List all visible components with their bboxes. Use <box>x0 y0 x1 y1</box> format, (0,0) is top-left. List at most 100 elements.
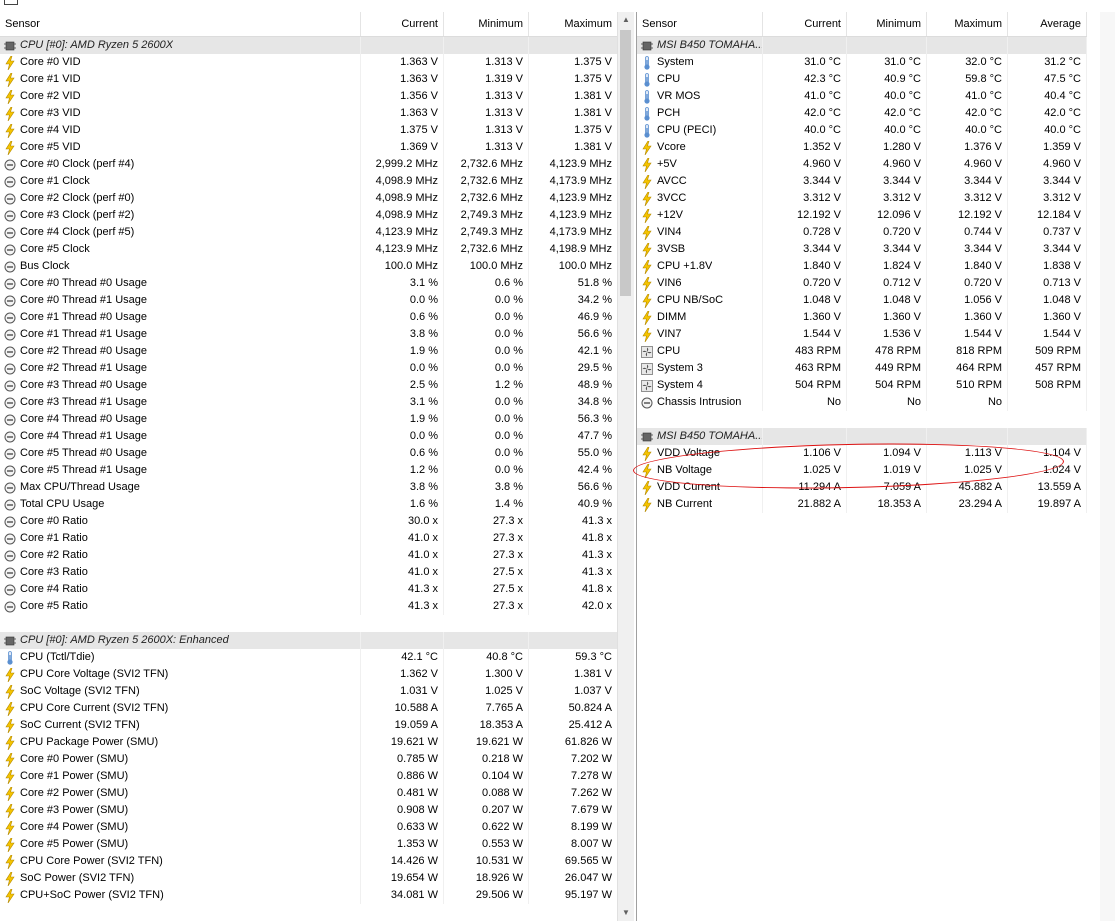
sensor-name-cell[interactable]: CPU [#0]: AMD Ryzen 5 2600X <box>0 37 361 54</box>
sensor-row-soc-voltage-svi2-tfn[interactable]: SoC Voltage (SVI2 TFN) 1.031 V 1.025 V 1.03… <box>0 683 618 700</box>
sensor-row-core-2-vid[interactable]: Core #2 VID 1.356 V 1.313 V 1.381 V <box>0 88 618 105</box>
sensor-row-core-3-power-smu[interactable]: Core #3 Power (SMU) 0.908 W 0.207 W 7.679 W <box>0 802 618 819</box>
sensor-row-nb-current[interactable]: NB Current 21.882 A 18.353 A 23.294 A 19.897… <box>637 496 1087 513</box>
sensor-row-core-2-clock-perf-0[interactable]: Core #2 Clock (perf #0) 4,098.9 MHz 2,732.… <box>0 190 618 207</box>
sensor-group-header[interactable]: CPU [#0]: AMD Ryzen 5 2600X: Enhanced <box>0 632 618 649</box>
sensor-row-core-3-thread-0-usage[interactable]: Core #3 Thread #0 Usage 2.5 % 1.2 % 48.9 % <box>0 377 618 394</box>
sensor-name-cell[interactable]: Core #1 Thread #0 Usage <box>0 309 361 326</box>
sensor-name-cell[interactable]: Core #5 Clock <box>0 241 361 258</box>
sensor-name-cell[interactable]: Core #4 VID <box>0 122 361 139</box>
sensor-row-core-2-ratio[interactable]: Core #2 Ratio 41.0 x 27.3 x 41.3 x <box>0 547 618 564</box>
sensor-name-cell[interactable]: CPU+SoC Power (SVI2 TFN) <box>0 887 361 904</box>
sensor-row-core-4-thread-1-usage[interactable]: Core #4 Thread #1 Usage 0.0 % 0.0 % 47.7 % <box>0 428 618 445</box>
sensor-name-cell[interactable]: Core #2 Thread #1 Usage <box>0 360 361 377</box>
sensor-name-cell[interactable]: PCH <box>637 105 763 122</box>
column-header-current[interactable]: Current <box>763 12 847 36</box>
column-header-sensor[interactable]: Sensor <box>637 12 763 36</box>
sensor-row-core-3-vid[interactable]: Core #3 VID 1.363 V 1.313 V 1.381 V <box>0 105 618 122</box>
sensor-name-cell[interactable]: CPU (PECI) <box>637 122 763 139</box>
sensor-row-12v[interactable]: +12V 12.192 V 12.096 V 12.192 V 12.184 V <box>637 207 1087 224</box>
sensor-row-cpu-core-voltage-svi2-tfn[interactable]: CPU Core Voltage (SVI2 TFN) 1.362 V 1.300 … <box>0 666 618 683</box>
sensor-name-cell[interactable]: Core #4 Clock (perf #5) <box>0 224 361 241</box>
sensor-row-vin7[interactable]: VIN7 1.544 V 1.536 V 1.544 V 1.544 V <box>637 326 1087 343</box>
sensor-name-cell[interactable]: 3VSB <box>637 241 763 258</box>
sensor-row-cpu-core-current-svi2-tfn[interactable]: CPU Core Current (SVI2 TFN) 10.588 A 7.765… <box>0 700 618 717</box>
sensor-group-header[interactable]: MSI B450 TOMAHA... <box>637 428 1087 445</box>
sensor-row-vin4[interactable]: VIN4 0.728 V 0.720 V 0.744 V 0.737 V <box>637 224 1087 241</box>
sensor-name-cell[interactable]: Core #3 Thread #1 Usage <box>0 394 361 411</box>
sensor-name-cell[interactable]: System 3 <box>637 360 763 377</box>
sensor-row-cpu-package-power-smu[interactable]: CPU Package Power (SMU) 19.621 W 19.621 W6… <box>0 734 618 751</box>
sensor-row-core-3-thread-1-usage[interactable]: Core #3 Thread #1 Usage 3.1 % 0.0 % 34.8 % <box>0 394 618 411</box>
left-sensor-pane[interactable]: Sensor Current Minimum Maximum CPU [#0]:… <box>0 12 634 921</box>
sensor-row-core-3-ratio[interactable]: Core #3 Ratio 41.0 x 27.5 x 41.3 x <box>0 564 618 581</box>
sensor-name-cell[interactable]: Max CPU/Thread Usage <box>0 479 361 496</box>
sensor-row-core-1-power-smu[interactable]: Core #1 Power (SMU) 0.886 W 0.104 W 7.278 W <box>0 768 618 785</box>
sensor-name-cell[interactable]: CPU Package Power (SMU) <box>0 734 361 751</box>
sensor-row-system[interactable]: System 31.0 °C 31.0 °C 32.0 °C 31.2 °C <box>637 54 1087 71</box>
sensor-name-cell[interactable]: Core #3 Clock (perf #2) <box>0 207 361 224</box>
sensor-name-cell[interactable]: NB Current <box>637 496 763 513</box>
sensor-name-cell[interactable]: CPU Core Voltage (SVI2 TFN) <box>0 666 361 683</box>
sensor-name-cell[interactable]: CPU Core Current (SVI2 TFN) <box>0 700 361 717</box>
sensor-name-cell[interactable]: System <box>637 54 763 71</box>
sensor-name-cell[interactable]: Core #3 Thread #0 Usage <box>0 377 361 394</box>
sensor-name-cell[interactable]: Core #0 Power (SMU) <box>0 751 361 768</box>
sensor-name-cell[interactable]: VR MOS <box>637 88 763 105</box>
sensor-row-vdd-current[interactable]: VDD Current 11.294 A 7.059 A 45.882 A 13.559… <box>637 479 1087 496</box>
sensor-row-core-5-clock[interactable]: Core #5 Clock 4,123.9 MHz 2,732.6 MHz 4,198… <box>0 241 618 258</box>
sensor-name-cell[interactable]: VIN4 <box>637 224 763 241</box>
sensor-row-vcore[interactable]: Vcore 1.352 V 1.280 V 1.376 V 1.359 V <box>637 139 1087 156</box>
sensor-name-cell[interactable]: Core #0 Thread #0 Usage <box>0 275 361 292</box>
sensor-name-cell[interactable]: Core #4 Power (SMU) <box>0 819 361 836</box>
sensor-row-cpu-1-8v[interactable]: CPU +1.8V 1.840 V 1.824 V 1.840 V 1.838 V <box>637 258 1087 275</box>
sensor-row-cpu-soc-power-svi2-tfn[interactable]: CPU+SoC Power (SVI2 TFN) 34.081 W 29.506 W… <box>0 887 618 904</box>
sensor-row-cpu-peci[interactable]: CPU (PECI) 40.0 °C 40.0 °C 40.0 °C 40.0 °C <box>637 122 1087 139</box>
sensor-row-core-2-thread-0-usage[interactable]: Core #2 Thread #0 Usage 1.9 % 0.0 % 42.1 % <box>0 343 618 360</box>
sensor-row-cpu-core-power-svi2-tfn[interactable]: CPU Core Power (SVI2 TFN) 14.426 W 10.531 … <box>0 853 618 870</box>
sensor-name-cell[interactable]: Core #2 VID <box>0 88 361 105</box>
sensor-row-chassis-intrusion[interactable]: Chassis Intrusion No No No <box>637 394 1087 411</box>
sensor-row-vin6[interactable]: VIN6 0.720 V 0.712 V 0.720 V 0.713 V <box>637 275 1087 292</box>
sensor-name-cell[interactable]: CPU NB/SoC <box>637 292 763 309</box>
sensor-group-header[interactable]: MSI B450 TOMAHA... <box>637 37 1087 54</box>
sensor-name-cell[interactable]: Core #0 Clock (perf #4) <box>0 156 361 173</box>
sensor-name-cell[interactable]: Core #3 Power (SMU) <box>0 802 361 819</box>
sensor-row-dimm[interactable]: DIMM 1.360 V 1.360 V 1.360 V 1.360 V <box>637 309 1087 326</box>
sensor-name-cell[interactable]: Core #5 Thread #1 Usage <box>0 462 361 479</box>
sensor-row-max-cpu-thread-usage[interactable]: Max CPU/Thread Usage 3.8 % 3.8 % 56.6 % <box>0 479 618 496</box>
sensor-name-cell[interactable]: Core #3 VID <box>0 105 361 122</box>
column-header-sensor[interactable]: Sensor <box>0 12 361 36</box>
sensor-row-nb-voltage[interactable]: NB Voltage 1.025 V 1.019 V 1.025 V 1.024 V <box>637 462 1087 479</box>
sensor-row-core-5-vid[interactable]: Core #5 VID 1.369 V 1.313 V 1.381 V <box>0 139 618 156</box>
sensor-name-cell[interactable]: CPU +1.8V <box>637 258 763 275</box>
sensor-name-cell[interactable]: CPU <box>637 71 763 88</box>
sensor-row-core-5-thread-1-usage[interactable]: Core #5 Thread #1 Usage 1.2 % 0.0 % 42.4 % <box>0 462 618 479</box>
sensor-name-cell[interactable]: Core #1 Ratio <box>0 530 361 547</box>
sensor-name-cell[interactable]: Total CPU Usage <box>0 496 361 513</box>
sensor-row-core-5-ratio[interactable]: Core #5 Ratio 41.3 x 27.3 x 42.0 x <box>0 598 618 615</box>
sensor-row-cpu[interactable]: CPU 483 RPM 478 RPM 818 RPM 509 RPM <box>637 343 1087 360</box>
sensor-name-cell[interactable]: Core #5 Power (SMU) <box>0 836 361 853</box>
sensor-name-cell[interactable]: Core #5 VID <box>0 139 361 156</box>
sensor-row-core-2-power-smu[interactable]: Core #2 Power (SMU) 0.481 W 0.088 W 7.262 W <box>0 785 618 802</box>
sensor-row-core-5-thread-0-usage[interactable]: Core #5 Thread #0 Usage 0.6 % 0.0 % 55.0 % <box>0 445 618 462</box>
sensor-name-cell[interactable]: Core #2 Thread #0 Usage <box>0 343 361 360</box>
sensor-name-cell[interactable]: Core #1 Thread #1 Usage <box>0 326 361 343</box>
sensor-row-core-5-power-smu[interactable]: Core #5 Power (SMU) 1.353 W 0.553 W 8.007 W <box>0 836 618 853</box>
sensor-row-avcc[interactable]: AVCC 3.344 V 3.344 V 3.344 V 3.344 V <box>637 173 1087 190</box>
sensor-name-cell[interactable]: SoC Voltage (SVI2 TFN) <box>0 683 361 700</box>
sensor-name-cell[interactable]: VDD Current <box>637 479 763 496</box>
sensor-row-total-cpu-usage[interactable]: Total CPU Usage 1.6 % 1.4 % 40.9 % <box>0 496 618 513</box>
sensor-name-cell[interactable]: 3VCC <box>637 190 763 207</box>
sensor-row-core-1-ratio[interactable]: Core #1 Ratio 41.0 x 27.3 x 41.8 x <box>0 530 618 547</box>
sensor-name-cell[interactable]: VIN6 <box>637 275 763 292</box>
column-header-minimum[interactable]: Minimum <box>847 12 927 36</box>
sensor-name-cell[interactable]: CPU Core Power (SVI2 TFN) <box>0 853 361 870</box>
sensor-name-cell[interactable]: +5V <box>637 156 763 173</box>
sensor-row-cpu-tctl-tdie[interactable]: CPU (Tctl/Tdie) 42.1 °C 40.8 °C 59.3 °C <box>0 649 618 666</box>
sensor-row-5v[interactable]: +5V 4.960 V 4.960 V 4.960 V 4.960 V <box>637 156 1087 173</box>
sensor-row-cpu[interactable]: CPU 42.3 °C 40.9 °C 59.8 °C 47.5 °C <box>637 71 1087 88</box>
sensor-name-cell[interactable]: Core #2 Clock (perf #0) <box>0 190 361 207</box>
sensor-name-cell[interactable]: Bus Clock <box>0 258 361 275</box>
